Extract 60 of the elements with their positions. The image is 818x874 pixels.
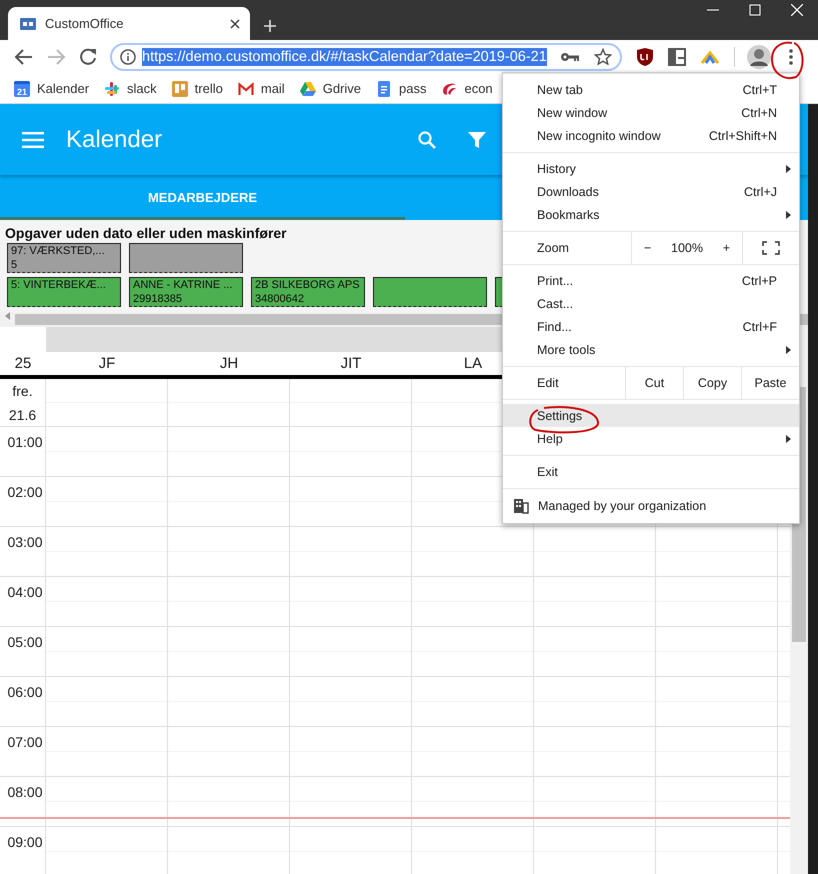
weekday-label: fre.: [11, 382, 34, 401]
hour-label: 09:00: [6, 833, 44, 852]
bookmark[interactable]: Gdrive: [294, 80, 370, 96]
edit-button[interactable]: Copy: [683, 367, 741, 399]
menu-item[interactable]: Downloads Ctrl+J: [503, 180, 799, 203]
address-bar[interactable]: https://demo.customoffice.dk/#/taskCalendar?date=2019-06-21: [110, 43, 622, 71]
menu-item[interactable]: Find... Ctrl+F: [503, 315, 799, 338]
task-card[interactable]: ANNE - KATRINE ... 29918385: [129, 277, 243, 307]
hour-label: 05:00: [6, 633, 44, 652]
menu-item[interactable]: Exit: [503, 460, 799, 483]
zoom-out-button[interactable]: −: [640, 241, 656, 255]
menu-item[interactable]: History: [503, 157, 799, 180]
hour-label: 07:00: [6, 733, 44, 752]
week-number: 25: [14, 355, 32, 372]
column-header: JH: [218, 355, 240, 372]
zoom-value: 100%: [671, 241, 703, 255]
menu-item[interactable]: New window Ctrl+N: [503, 101, 799, 124]
menu-item[interactable]: Print... Ctrl+P: [503, 269, 799, 292]
task-card[interactable]: 97: VÆRKSTED,... 5: [7, 243, 121, 273]
shortcut-label: Ctrl+F: [742, 320, 777, 334]
bookmark[interactable]: econ: [435, 80, 502, 96]
column-header: LA: [462, 355, 484, 372]
shortcut-label: Ctrl+N: [741, 106, 777, 120]
section-heading: Opgaver uden dato eller uden maskinfører: [4, 224, 288, 243]
column-header: JF: [98, 355, 116, 372]
app-title: Kalender: [66, 126, 164, 154]
shortcut-label: Ctrl+Shift+N: [708, 128, 777, 142]
menu-label: Edit: [536, 375, 560, 392]
menu-item[interactable]: New tab Ctrl+T: [503, 78, 799, 101]
menu-item[interactable]: New incognito window Ctrl+Shift+N: [503, 124, 799, 147]
zoom-in-button[interactable]: +: [718, 241, 734, 255]
task-card[interactable]: 2B SILKEBORG APS 34800642: [251, 277, 365, 307]
menu-item[interactable]: Help: [503, 427, 799, 450]
menu-item[interactable]: Bookmarks: [503, 203, 799, 226]
bookmark[interactable]: pass: [370, 80, 436, 96]
browser-tab[interactable]: CustomOffice: [8, 7, 250, 40]
shortcut-label: Ctrl+J: [744, 184, 777, 198]
bookmark[interactable]: mail: [232, 80, 294, 96]
menu-item[interactable]: More tools: [503, 338, 799, 361]
bookmark[interactable]: 21 Kalender: [8, 80, 98, 96]
edit-button[interactable]: Paste: [741, 367, 799, 399]
hour-label: 04:00: [6, 583, 44, 602]
column-header: JIT: [340, 355, 362, 372]
hour-label: 01:00: [6, 433, 44, 452]
date-label: 21.6: [8, 406, 38, 425]
managed-note: Managed by your organization: [538, 499, 706, 513]
hour-label: 02:00: [6, 483, 44, 502]
bookmark[interactable]: slack: [98, 80, 166, 96]
task-card[interactable]: 5: VINTERBEKÆ...: [7, 277, 121, 307]
hour-label: 03:00: [6, 533, 44, 552]
bookmark[interactable]: trello: [166, 80, 232, 96]
menu-label: Zoom: [536, 240, 570, 257]
menu-item[interactable]: Cast...: [503, 292, 799, 315]
shortcut-label: Ctrl+P: [742, 274, 777, 288]
menu-item[interactable]: Settings: [503, 404, 799, 427]
calendar-icon: 21: [14, 80, 30, 96]
shortcut-label: Ctrl+T: [742, 82, 777, 96]
hour-label: 06:00: [6, 683, 44, 702]
hour-label: 08:00: [6, 783, 44, 802]
edit-button[interactable]: Cut: [625, 367, 683, 399]
